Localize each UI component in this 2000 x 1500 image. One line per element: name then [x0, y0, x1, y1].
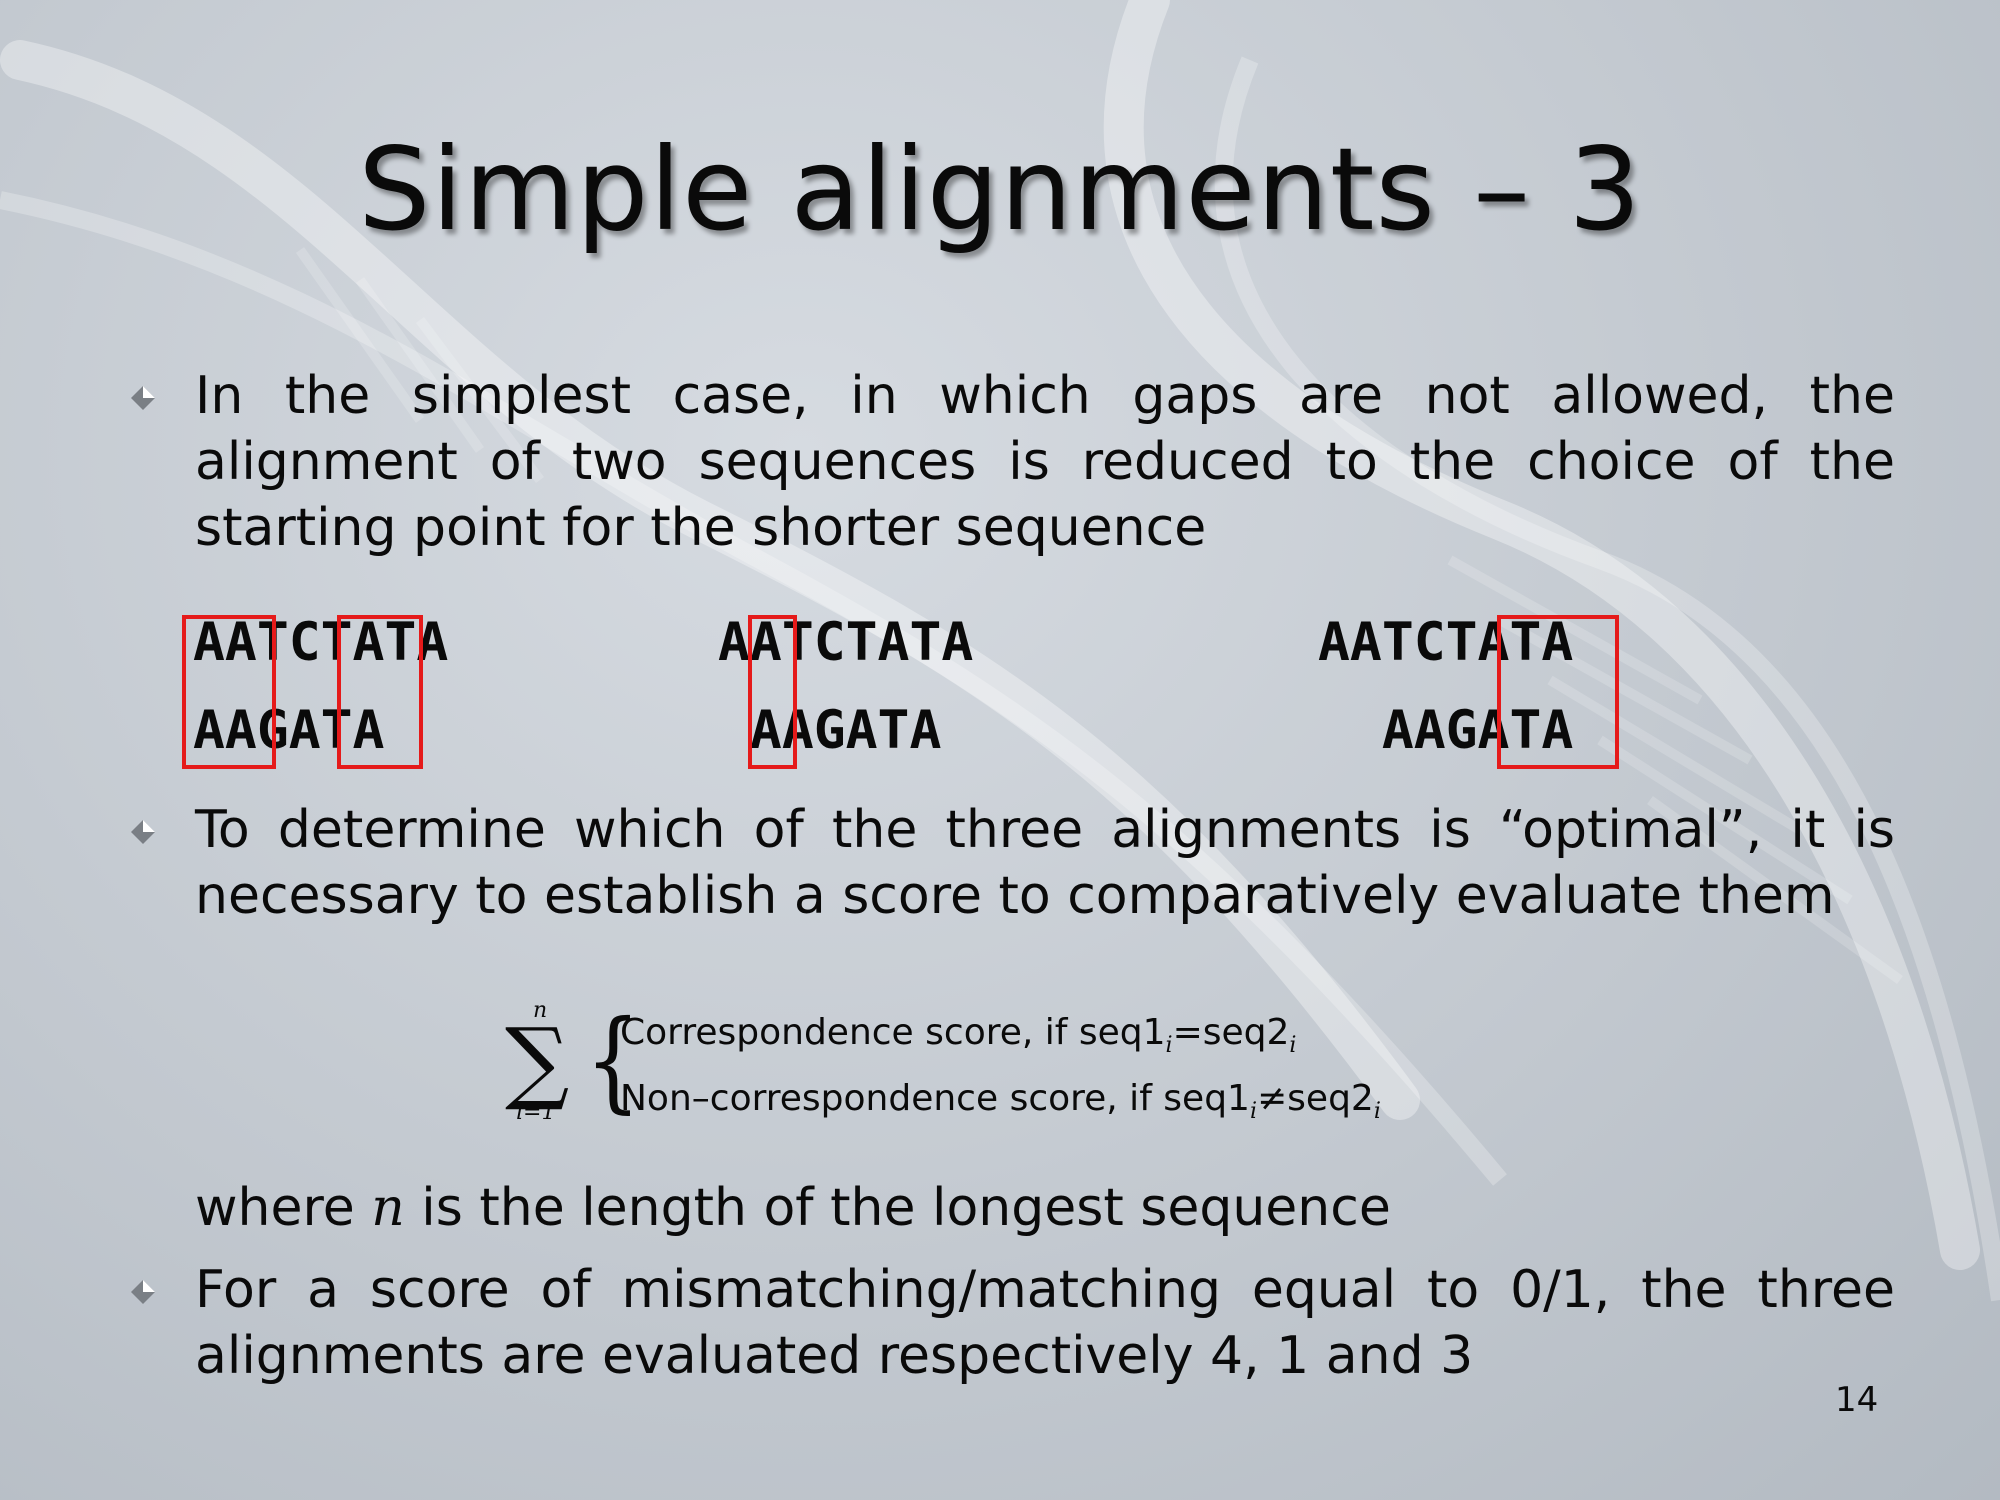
formula-case-mismatch: Non–correspondence score, if seq1i≠seq2i	[620, 1078, 1381, 1124]
bullet-text-1: In the simplest case, in which gaps are …	[195, 366, 1895, 558]
diamond-bullet-icon	[131, 820, 155, 844]
slide-title: Simple alignments – 3	[358, 123, 1642, 256]
bullet-text-3: For a score of mismatching/matching equa…	[195, 1260, 1895, 1386]
bullet-text-2: To determine which of the three alignmen…	[195, 800, 1895, 926]
match-highlight-box	[748, 615, 797, 769]
match-highlight-box	[337, 615, 423, 769]
diamond-bullet-icon	[131, 1280, 155, 1304]
where-text: where n is the length of the longest seq…	[195, 1178, 1391, 1238]
sum-lower-limit: i=1	[516, 1100, 556, 1125]
sigma-symbol: ∑	[505, 1009, 570, 1114]
diamond-bullet-icon	[131, 386, 155, 410]
formula-case-match: Correspondence score, if seq1i=seq2i	[620, 1012, 1297, 1058]
match-highlight-box	[1497, 615, 1619, 769]
page-number: 14	[1835, 1380, 1879, 1420]
match-highlight-box	[182, 615, 276, 769]
